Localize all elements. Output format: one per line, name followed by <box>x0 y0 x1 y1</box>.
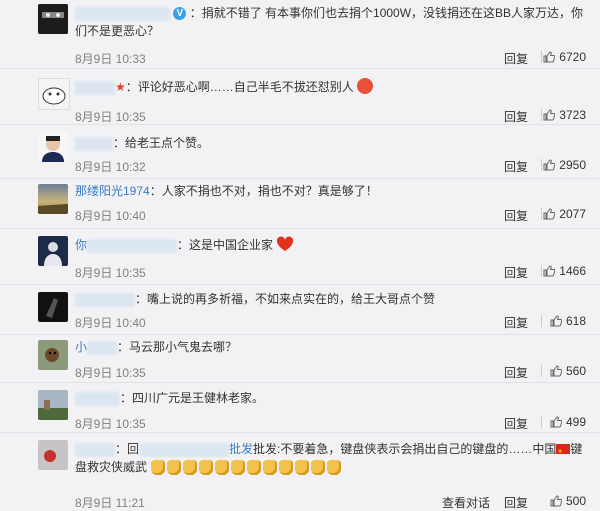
reply-link[interactable]: 回复 <box>504 264 528 281</box>
avatar[interactable] <box>38 340 68 370</box>
thumbs-up-icon <box>550 416 562 428</box>
avatar[interactable] <box>38 184 68 214</box>
comment-text: ：给老王点个赞。 <box>75 134 585 152</box>
reply-link[interactable]: 回复 <box>504 364 528 381</box>
comment-text: 你：这是中国企业家 <box>75 236 585 254</box>
avatar[interactable] <box>38 4 68 34</box>
divider <box>541 365 542 377</box>
verified-icon: V <box>173 7 187 21</box>
divider <box>541 265 542 277</box>
comment-time: 8月9日 10:40 <box>75 316 146 330</box>
divider <box>541 109 542 121</box>
username[interactable]: 批发 <box>229 442 253 456</box>
comment-time: 8月9日 10:35 <box>75 110 146 124</box>
thumbs-up-icon <box>550 315 562 327</box>
blurred-username[interactable] <box>75 80 115 95</box>
angry-emoji-icon <box>357 78 374 94</box>
thumbs-up-icon <box>543 208 556 220</box>
avatar[interactable] <box>38 132 68 162</box>
avatar[interactable] <box>38 78 70 110</box>
blurred-username[interactable] <box>75 6 170 21</box>
reply-link[interactable]: 回复 <box>504 108 528 125</box>
comment-text: ★：评论好恶心啊……自己半毛不拔还怼别人 <box>75 78 585 96</box>
thumbs-up-icon <box>543 51 556 63</box>
reply-link[interactable]: 回复 <box>504 314 528 331</box>
reply-link[interactable]: 回复 <box>504 158 528 175</box>
list-item: ：嘴上说的再多祈福，不如来点实在的，给王大哥点个赞 8月9日 10:40 回复 … <box>0 284 600 335</box>
list-item: ：回批发批发:不要着急，键盘侠表示会捐出自己的键盘的……中国键盘救灾侠威武 8月… <box>0 432 600 510</box>
comment-time: 8月9日 11:21 <box>75 496 145 510</box>
reply-link[interactable]: 回复 <box>504 50 528 67</box>
username[interactable]: 你 <box>75 238 87 252</box>
like-button[interactable]: 2950 <box>543 158 586 172</box>
blurred-username[interactable] <box>75 136 113 151</box>
like-button[interactable]: 560 <box>550 364 586 378</box>
china-flag-icon <box>556 443 571 461</box>
comment-time: 8月9日 10:35 <box>75 366 146 380</box>
divider <box>541 315 542 327</box>
comment-time: 8月9日 10:40 <box>75 209 146 223</box>
list-item: ：四川广元是王健林老家。 8月9日 10:35 回复 499 <box>0 382 600 433</box>
comment-text: ：回批发批发:不要着急，键盘侠表示会捐出自己的键盘的……中国键盘救灾侠威武 <box>75 440 585 476</box>
comment-text: ：嘴上说的再多祈福，不如来点实在的，给王大哥点个赞 <box>75 290 585 308</box>
divider <box>541 208 542 220</box>
comment-time: 8月9日 10:35 <box>75 417 146 431</box>
list-item: V ：捐就不错了 有本事你们也去捐个1000W，没钱捐还在这BB人家万达，你们不… <box>0 0 600 69</box>
list-item: 你：这是中国企业家 8月9日 10:35 回复 1466 <box>0 228 600 285</box>
thumbs-up-icon <box>550 495 562 507</box>
username[interactable]: 那缕阳光1974 <box>75 184 150 198</box>
comment-list: V ：捐就不错了 有本事你们也去捐个1000W，没钱捐还在这BB人家万达，你们不… <box>0 0 600 510</box>
like-button[interactable]: 500 <box>550 494 586 508</box>
avatar[interactable] <box>38 440 68 470</box>
heart-icon <box>277 236 294 251</box>
blurred-username[interactable] <box>87 340 118 355</box>
list-item: ★：评论好恶心啊……自己半毛不拔还怼别人 8月9日 10:35 回复 3723 <box>0 68 600 125</box>
reply-link[interactable]: 回复 <box>504 207 528 224</box>
like-button[interactable]: 618 <box>550 314 586 328</box>
like-button[interactable]: 1466 <box>543 264 586 278</box>
comment-text: ：四川广元是王健林老家。 <box>75 389 585 407</box>
like-button[interactable]: 2077 <box>543 207 586 221</box>
like-button[interactable]: 3723 <box>543 108 586 122</box>
thumbs-up-emoji-row <box>151 460 343 476</box>
star-icon: ★ <box>115 80 126 94</box>
avatar[interactable] <box>38 390 68 420</box>
blurred-username[interactable] <box>75 391 120 406</box>
reply-link[interactable]: 回复 <box>504 494 528 511</box>
thumbs-up-icon <box>543 109 556 121</box>
thumbs-up-icon <box>543 265 556 277</box>
comment-text: V ：捐就不错了 有本事你们也去捐个1000W，没钱捐还在这BB人家万达，你们不… <box>75 6 584 38</box>
list-item: 小：马云那小气鬼去哪？ 8月9日 10:35 回复 560 <box>0 334 600 383</box>
reply-link[interactable]: 回复 <box>504 415 528 432</box>
blurred-username[interactable] <box>87 238 178 253</box>
comment-time: 8月9日 10:32 <box>75 160 146 174</box>
list-item: ：给老王点个赞。 8月9日 10:32 回复 2950 <box>0 124 600 179</box>
list-item: 那缕阳光1974：人家不捐也不对，捐也不对？真是够了！ 8月9日 10:40 回… <box>0 178 600 229</box>
avatar[interactable] <box>38 236 68 266</box>
comment-text: 那缕阳光1974：人家不捐也不对，捐也不对？真是够了！ <box>75 184 378 198</box>
comment-text: 小：马云那小气鬼去哪？ <box>75 340 238 355</box>
avatar[interactable] <box>38 292 68 322</box>
blurred-username[interactable] <box>75 292 135 307</box>
username[interactable]: 小 <box>75 340 87 354</box>
divider <box>541 51 542 63</box>
view-conversation-link[interactable]: 查看对话 <box>442 494 490 511</box>
comment-time: 8月9日 10:33 <box>75 52 146 66</box>
blurred-username[interactable] <box>75 442 115 457</box>
blurred-username[interactable] <box>139 442 230 457</box>
thumbs-up-icon <box>550 365 562 377</box>
divider <box>541 416 542 428</box>
like-button[interactable]: 499 <box>550 415 586 429</box>
thumbs-up-icon <box>543 159 556 171</box>
like-button[interactable]: 6720 <box>543 50 586 64</box>
comment-time: 8月9日 10:35 <box>75 266 146 280</box>
divider <box>541 159 542 171</box>
